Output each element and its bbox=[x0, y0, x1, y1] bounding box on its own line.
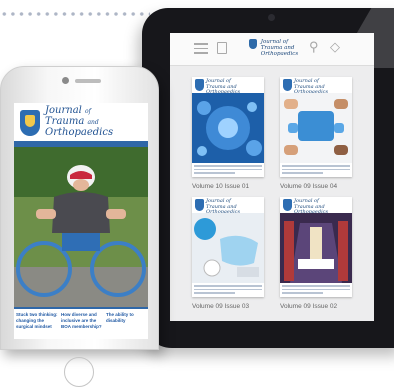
journal-masthead: Journal of Trauma and Orthopaedics bbox=[14, 103, 148, 141]
cover-art-corridor bbox=[280, 213, 352, 283]
issue-card[interactable]: Journal of Trauma and Orthopaedics Volume … bbox=[280, 197, 352, 310]
journal-seal-icon bbox=[195, 79, 204, 91]
issue-card[interactable]: Journal of Trauma and Orthopaedics Volume … bbox=[192, 197, 264, 310]
issue-card[interactable]: Journal of Trauma and Orthopaedics Volume … bbox=[192, 77, 264, 190]
menu-icon[interactable] bbox=[194, 43, 208, 54]
journal-seal-icon bbox=[283, 79, 292, 91]
cover-art-mask bbox=[192, 213, 264, 283]
journal-seal-icon bbox=[249, 39, 257, 49]
issue-label[interactable]: Volume 09 Issue 04 bbox=[280, 183, 352, 190]
app-toolbar: Journal of Trauma and Orthopaedics ⚲ ◇ bbox=[170, 33, 374, 66]
journal-title: Journal of Trauma and Orthopaedics bbox=[45, 105, 114, 138]
cover-art-puzzle bbox=[280, 93, 352, 163]
journal-seal-icon bbox=[195, 199, 204, 211]
logo-line-3: Orthopaedics bbox=[260, 51, 299, 57]
footer-headline: Stuck two thinking: changing the surgica… bbox=[16, 312, 58, 329]
journal-seal-icon bbox=[20, 110, 40, 136]
cover-art-cells bbox=[192, 93, 264, 163]
library-icon[interactable] bbox=[217, 42, 227, 54]
cover-footer: Stuck two thinking: changing the surgica… bbox=[14, 307, 148, 339]
issue-cover[interactable]: Journal of Trauma and Orthopaedics bbox=[192, 77, 264, 177]
search-icon[interactable]: ⚲ bbox=[309, 40, 319, 53]
issue-cover[interactable]: Journal of Trauma and Orthopaedics bbox=[192, 197, 264, 297]
tablet-screen: Journal of Trauma and Orthopaedics ⚲ ◇ J… bbox=[170, 33, 374, 321]
tablet-camera bbox=[268, 14, 275, 21]
phone-speaker bbox=[75, 79, 101, 83]
app-logo: Journal of Trauma and Orthopaedics bbox=[249, 39, 298, 57]
issue-label[interactable]: Volume 10 Issue 01 bbox=[192, 183, 264, 190]
decorative-dots bbox=[0, 10, 150, 18]
footer-headline: How diverse and inclusive are the BOA me… bbox=[61, 312, 102, 329]
issue-label[interactable]: Volume 09 Issue 03 bbox=[192, 303, 264, 310]
cover-photo-wheelchair-racer bbox=[14, 147, 148, 307]
home-button[interactable] bbox=[64, 357, 94, 387]
issue-cover[interactable]: Journal of Trauma and Orthopaedics bbox=[280, 77, 352, 177]
phone-device: Journal of Trauma and Orthopaedics Stuck… bbox=[0, 66, 159, 387]
phone-screen: Journal of Trauma and Orthopaedics Stuck… bbox=[14, 103, 148, 339]
footer-headline: The ability to disability bbox=[106, 312, 134, 323]
issue-cover[interactable]: Journal of Trauma and Orthopaedics bbox=[280, 197, 352, 297]
tag-icon[interactable]: ◇ bbox=[330, 40, 340, 53]
issue-card[interactable]: Journal of Trauma and Orthopaedics Volume … bbox=[280, 77, 352, 190]
issue-label[interactable]: Volume 09 Issue 02 bbox=[280, 303, 352, 310]
phone-camera bbox=[62, 77, 69, 84]
journal-seal-icon bbox=[283, 199, 292, 211]
